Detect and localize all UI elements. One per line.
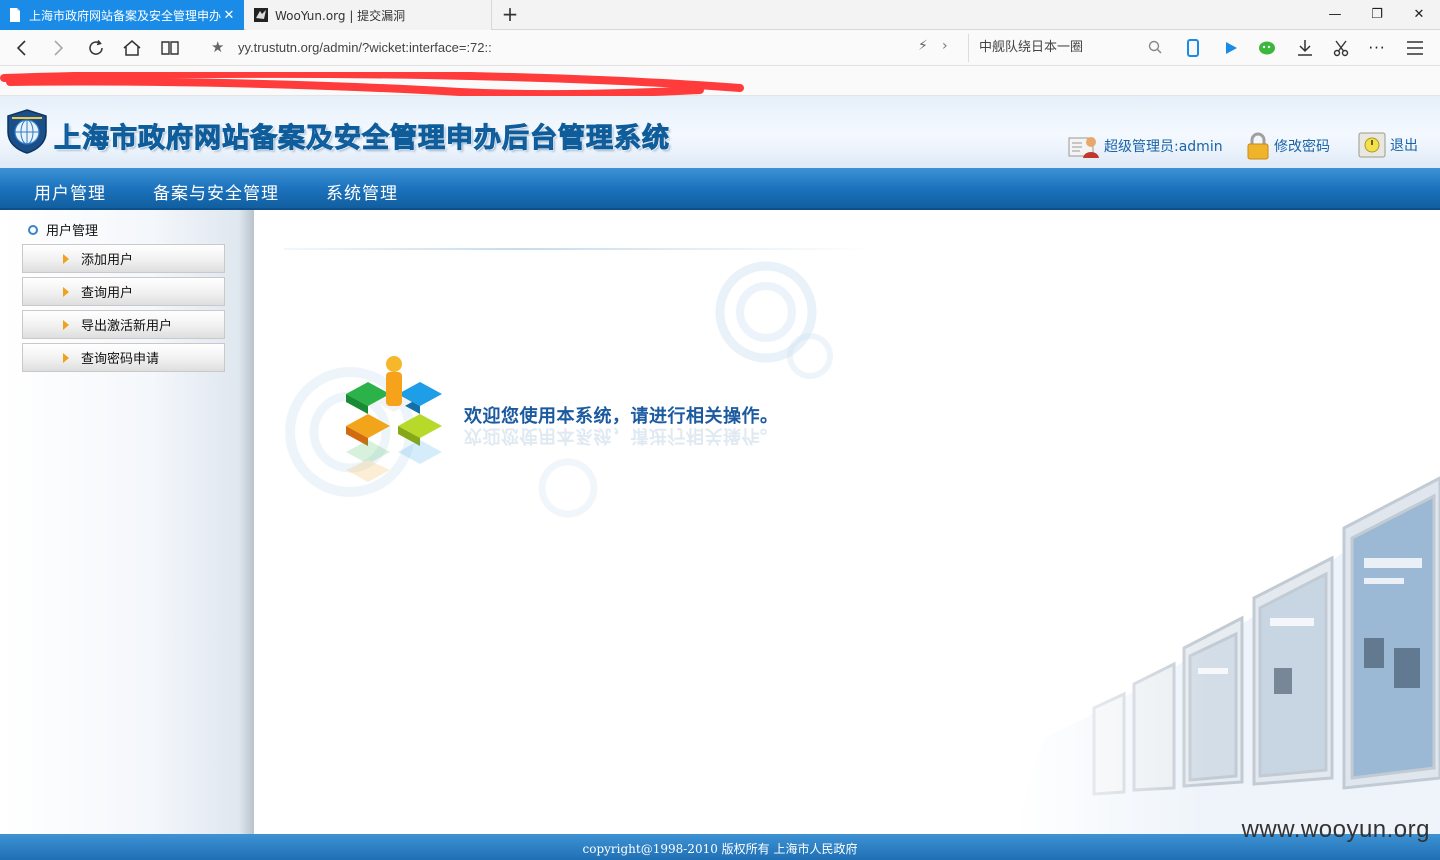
- lock-icon: [1246, 132, 1270, 160]
- download-icon[interactable]: [1294, 38, 1316, 58]
- change-password-label: 修改密码: [1274, 139, 1330, 155]
- current-user[interactable]: 超级管理员:admin: [1068, 132, 1223, 160]
- back-icon[interactable]: [10, 36, 34, 60]
- copyright-text: copyright@1998-2010 版权所有 上海市人民政府: [582, 842, 858, 856]
- reading-view-icon[interactable]: [158, 36, 182, 60]
- sidebar-item-export-activated-users[interactable]: 导出激活新用户: [22, 310, 225, 339]
- search-input[interactable]: 中舰队绕日本一圈: [968, 34, 1168, 62]
- refresh-icon[interactable]: [84, 36, 108, 60]
- main-content: 欢迎您使用本系统，请进行相关操作。 欢迎您使用本系统，请进行相关操作。: [254, 210, 1440, 834]
- site-header: 上海市政府网站备案及安全管理申办后台管理系统 超级管理员:admin 修改密码 …: [0, 96, 1440, 168]
- arrow-right-icon: [63, 353, 69, 363]
- tab-title: WooYun.org | 提交漏洞: [275, 8, 406, 23]
- home-icon[interactable]: [120, 36, 144, 60]
- phone-icon[interactable]: [1182, 38, 1204, 58]
- restore-button[interactable]: ❐: [1356, 0, 1398, 30]
- logout-link[interactable]: 退出: [1358, 132, 1418, 158]
- user-card-icon: [1068, 132, 1100, 160]
- sidebar: 用户管理 添加用户 查询用户 导出激活新用户 查询密码申请: [0, 210, 254, 834]
- page-icon: [8, 8, 22, 22]
- power-icon: [1358, 132, 1386, 158]
- main-nav: 用户管理 备案与安全管理 系统管理: [0, 168, 1440, 210]
- url-field[interactable]: yy.trustutn.org/admin/?wicket:interface=…: [238, 40, 492, 55]
- sidebar-item-add-user[interactable]: 添加用户: [22, 244, 225, 273]
- flash-icon[interactable]: ⚡: [918, 38, 928, 54]
- sidebar-item-query-user[interactable]: 查询用户: [22, 277, 225, 306]
- system-title: 上海市政府网站备案及安全管理申办后台管理系统: [54, 123, 670, 155]
- decorative-monitors-illustration: [1014, 438, 1440, 834]
- close-window-button[interactable]: ✕: [1398, 0, 1440, 30]
- arrow-right-icon: [63, 287, 69, 297]
- favorite-star-icon[interactable]: ★: [211, 38, 224, 56]
- current-user-label: 超级管理员:admin: [1104, 139, 1223, 155]
- wechat-icon[interactable]: [1256, 38, 1278, 58]
- tab-title: 上海市政府网站备案及安全管理申办: [29, 8, 222, 23]
- nav-user-management[interactable]: 用户管理: [34, 179, 106, 204]
- sidebar-item-password-requests[interactable]: 查询密码申请: [22, 343, 225, 372]
- play-icon[interactable]: [1220, 38, 1242, 58]
- browser-tab-active[interactable]: 上海市政府网站备案及安全管理申办 ✕: [0, 0, 244, 30]
- search-icon[interactable]: [1148, 40, 1162, 58]
- wooyun-watermark: www.wooyun.org: [1241, 816, 1430, 843]
- chevron-right-icon[interactable]: ›: [942, 38, 948, 54]
- logout-label: 退出: [1390, 138, 1418, 154]
- change-password-link[interactable]: 修改密码: [1246, 132, 1330, 160]
- menu-icon[interactable]: [1404, 38, 1426, 58]
- sidebar-section-label: 用户管理: [46, 224, 99, 239]
- sidebar-item-label: 查询密码申请: [81, 352, 160, 367]
- arrow-right-icon: [63, 254, 69, 264]
- welcome-reflection: 欢迎您使用本系统，请进行相关操作。: [464, 425, 779, 446]
- welcome-person-icon: [346, 356, 442, 482]
- sidebar-section-heading: 用户管理: [28, 220, 98, 239]
- footer: copyright@1998-2010 版权所有 上海市人民政府: [0, 834, 1440, 860]
- sidebar-item-label: 添加用户: [81, 253, 134, 268]
- sidebar-item-label: 查询用户: [81, 286, 134, 301]
- browser-tab-bar: 上海市政府网站备案及安全管理申办 ✕ WooYun.org | 提交漏洞 + —…: [0, 0, 1440, 30]
- government-emblem-logo: [6, 108, 48, 158]
- bullet-circle-icon: [28, 224, 38, 235]
- new-tab-button[interactable]: +: [498, 4, 522, 26]
- nav-filing-security[interactable]: 备案与安全管理: [153, 179, 279, 204]
- sidebar-item-label: 导出激活新用户: [81, 319, 173, 334]
- minimize-button[interactable]: —: [1314, 0, 1356, 30]
- address-toolbar: ★ yy.trustutn.org/admin/?wicket:interfac…: [0, 30, 1440, 66]
- wooyun-favicon-icon: [254, 8, 268, 22]
- more-icon[interactable]: ···: [1366, 38, 1388, 58]
- close-tab-icon[interactable]: ✕: [222, 8, 236, 23]
- arrow-right-icon: [63, 320, 69, 330]
- nav-system-management[interactable]: 系统管理: [326, 179, 398, 204]
- scissors-icon[interactable]: [1330, 38, 1352, 58]
- forward-icon[interactable]: [46, 36, 70, 60]
- browser-tab-wooyun[interactable]: WooYun.org | 提交漏洞: [246, 0, 492, 30]
